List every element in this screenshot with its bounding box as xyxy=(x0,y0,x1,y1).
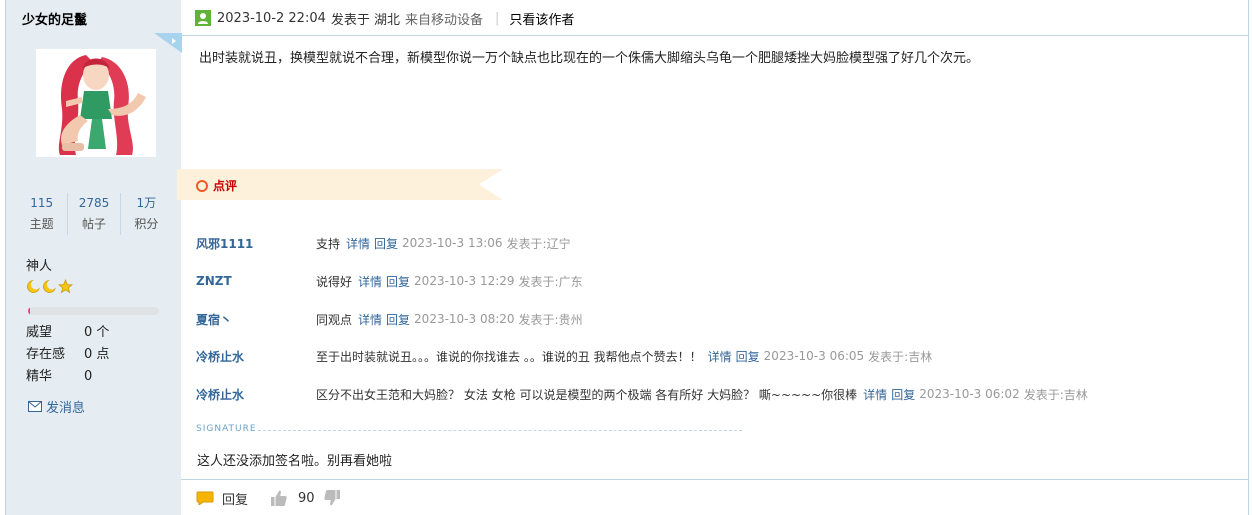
comment-detail-link[interactable]: 详情 xyxy=(346,235,370,252)
user-online-icon xyxy=(195,10,211,26)
header-divider: | xyxy=(495,10,500,26)
stat-posts-label: 帖子 xyxy=(81,217,106,231)
comment-time: 2023-10-3 13:06 xyxy=(402,236,503,250)
level-progress-fill xyxy=(28,307,30,315)
envelope-icon xyxy=(28,401,42,412)
comment-circle-icon xyxy=(196,179,208,192)
info-digest-value: 0 xyxy=(84,369,93,384)
moon-icon xyxy=(43,279,57,293)
comment-row: 冷桥止水 至于出时装就说丑。。。谁说的你找谁去 。。谁说的丑 我帮他点个赞去！！… xyxy=(196,347,932,365)
post-actions: 回复 90 xyxy=(196,487,341,509)
comment-time: 2023-10-3 06:05 xyxy=(763,349,865,363)
user-rank: 神人 xyxy=(26,259,53,274)
comment-body: 同观点 xyxy=(316,312,353,327)
info-prestige: 威望 0 个 xyxy=(26,322,109,344)
comment-author[interactable]: ZNZT xyxy=(196,274,316,288)
post-header: 2023-10-2 22:04 发表于 湖北 来自移动设备 | 只看该作者 xyxy=(195,8,574,28)
avatar[interactable] xyxy=(36,49,156,157)
only-author-link[interactable]: 只看该作者 xyxy=(509,9,574,28)
level-progress-bar xyxy=(28,307,159,315)
right-border xyxy=(1248,0,1249,515)
comment-author[interactable]: 冷桥止水 xyxy=(196,348,316,365)
comment-location: 发表于:吉林 xyxy=(868,349,933,364)
avatar-frame xyxy=(6,31,182,161)
comment-reply-link[interactable]: 回复 xyxy=(891,386,915,403)
comment-row: 风邪1111 支持 详情 回复 2023-10-3 13:06 发表于:辽宁 xyxy=(196,234,571,252)
comment-time: 2023-10-3 08:20 xyxy=(414,312,515,326)
send-message-label: 发消息 xyxy=(46,401,86,416)
stat-points-value: 1万 xyxy=(136,196,157,210)
footer-divider-line xyxy=(181,479,1249,480)
comment-location: 发表于:贵州 xyxy=(518,312,583,327)
avatar-corner-icon xyxy=(154,33,182,53)
comment-detail-link[interactable]: 详情 xyxy=(863,386,887,403)
comment-author[interactable]: 夏宿丶 xyxy=(196,311,316,328)
comment-reply-link[interactable]: 回复 xyxy=(386,311,410,328)
info-presence: 存在感 0 点 xyxy=(26,344,109,366)
info-presence-key: 存在感 xyxy=(26,347,66,362)
post-source: 来自移动设备 xyxy=(405,12,484,28)
signature-text: 这人还没添加签名啦。别再看她啦 xyxy=(197,454,393,469)
comment-reply-link[interactable]: 回复 xyxy=(736,348,760,365)
info-prestige-value: 0 个 xyxy=(84,325,110,340)
rank-stars xyxy=(26,279,73,294)
comment-location: 发表于:广东 xyxy=(518,274,583,289)
user-stats: 115 主题 2785 帖子 1万 积分 xyxy=(16,193,172,235)
comment-detail-link[interactable]: 详情 xyxy=(708,348,732,365)
comment-row: 冷桥止水 区分不出女王范和大妈脸？ 女法 女枪 可以说是模型的两个极端 各有所好… xyxy=(196,385,1088,403)
post-time: 2023-10-2 22:04 xyxy=(217,10,326,26)
comment-reply-link[interactable]: 回复 xyxy=(374,235,398,252)
comment-title-label: 点评 xyxy=(213,179,238,193)
forum-post: 少女的足鬣 115 主题 2785 帖子 1万 积分 神人 威望 0 个 存在感… xyxy=(0,0,1252,515)
comment-row: 夏宿丶 同观点 详情 回复 2023-10-3 08:20 发表于:贵州 xyxy=(196,310,583,328)
send-message-link[interactable]: 发消息 xyxy=(28,397,85,416)
header-divider-line xyxy=(181,35,1249,36)
comment-detail-link[interactable]: 详情 xyxy=(358,273,382,290)
comment-body: 区分不出女王范和大妈脸？ 女法 女枪 可以说是模型的两个极端 各有所好 大妈脸？… xyxy=(316,387,858,402)
user-panel: 少女的足鬣 115 主题 2785 帖子 1万 积分 神人 威望 0 个 存在感… xyxy=(5,0,182,515)
info-presence-value: 0 点 xyxy=(84,347,110,362)
star-icon xyxy=(58,279,73,294)
username[interactable]: 少女的足鬣 xyxy=(22,9,87,28)
comment-body: 至于出时装就说丑。。。谁说的你找谁去 。。谁说的丑 我帮他点个赞去！！ xyxy=(316,349,702,364)
comment-location: 发表于:辽宁 xyxy=(506,236,571,251)
like-count: 90 xyxy=(298,490,315,506)
comment-body: 支持 xyxy=(316,236,341,251)
post-content: 出时装就说丑，换模型就说不合理，新模型你说一万个缺点也比现在的一个侏儒大脚缩头乌… xyxy=(199,51,980,66)
thumbs-down-icon[interactable] xyxy=(323,489,341,507)
post-location: 发表于 湖北 xyxy=(330,12,401,28)
stat-points-label: 积分 xyxy=(134,217,159,231)
signature-divider xyxy=(258,430,742,431)
user-info: 威望 0 个 存在感 0 点 精华 0 xyxy=(26,322,109,388)
stat-threads[interactable]: 115 主题 xyxy=(16,193,69,235)
comment-reply-link[interactable]: 回复 xyxy=(386,273,410,290)
stat-posts-value: 2785 xyxy=(78,196,110,210)
comment-author[interactable]: 风邪1111 xyxy=(196,235,316,252)
reply-bubble-icon[interactable] xyxy=(196,491,214,505)
info-digest-key: 精华 xyxy=(26,369,53,384)
stat-posts[interactable]: 2785 帖子 xyxy=(68,193,121,235)
stat-threads-label: 主题 xyxy=(29,217,54,231)
thumbs-up-icon[interactable] xyxy=(270,489,288,507)
comment-section-title: 点评 xyxy=(196,177,237,194)
comment-row: ZNZT 说得好 详情 回复 2023-10-3 12:29 发表于:广东 xyxy=(196,272,583,290)
info-digest: 精华 0 xyxy=(26,366,109,388)
info-prestige-key: 威望 xyxy=(26,325,53,340)
stat-points[interactable]: 1万 积分 xyxy=(121,193,172,235)
reply-button[interactable]: 回复 xyxy=(222,489,248,508)
comment-time: 2023-10-3 12:29 xyxy=(414,274,515,288)
signature-label: SIGNATURE xyxy=(196,424,257,434)
comment-time: 2023-10-3 06:02 xyxy=(919,387,1020,401)
comment-detail-link[interactable]: 详情 xyxy=(358,311,382,328)
moon-icon xyxy=(27,279,41,293)
comment-author[interactable]: 冷桥止水 xyxy=(196,386,316,403)
stat-threads-value: 115 xyxy=(30,196,54,210)
comment-location: 发表于:吉林 xyxy=(1023,387,1088,402)
comment-body: 说得好 xyxy=(316,274,353,289)
